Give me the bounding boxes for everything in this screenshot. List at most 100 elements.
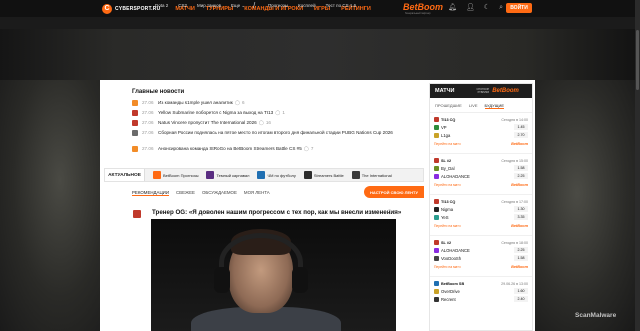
- news-headline: Сборная России поднялась на пятое место …: [158, 130, 393, 135]
- odds-button[interactable]: 3.35: [514, 214, 528, 220]
- comment-icon: ◯: [234, 100, 240, 105]
- matches-sponsor-logo[interactable]: BetBoom: [492, 88, 519, 94]
- tab-discussed[interactable]: ОБСУЖДАЕМОЕ: [202, 190, 237, 196]
- actual-item-label: Темный карнавал: [216, 172, 250, 178]
- actual-label: АКТУАЛЬНОЕ: [105, 169, 145, 181]
- odds-button[interactable]: 2.25: [514, 173, 528, 179]
- matches-tabs: ПРОШЕДШИЕ LIVE БУДУЩИЕ: [430, 98, 532, 113]
- team-name: YeS: [434, 214, 449, 220]
- special-nav-cosplay[interactable]: Косплей: [298, 3, 315, 8]
- sponsor-subtitle: Генеральный партнер: [405, 12, 431, 15]
- user-icon[interactable]: 👤︎: [466, 3, 475, 13]
- match-card[interactable]: TI13 CQ Сегодня в 14:00 VP 1.45 L1ga 2.70 П…: [430, 113, 532, 154]
- tab-past[interactable]: ПРОШЕДШИЕ: [435, 103, 462, 109]
- site-logo[interactable]: C CYBERSPORT.RU: [102, 3, 161, 14]
- odds-button[interactable]: 2.40: [514, 296, 528, 302]
- dota-icon: [434, 158, 439, 163]
- news-item[interactable]: 27.06 Сборная России поднялась на пятое …: [132, 130, 422, 146]
- news-time: 27.06: [142, 100, 154, 105]
- match-card[interactable]: TI13 CQ Сегодня в 17:00 Nigma 1.30 YeS 3.35…: [430, 195, 532, 236]
- betboom-icon: [153, 171, 161, 179]
- odds-button[interactable]: 2.25: [514, 247, 528, 253]
- odds-button[interactable]: 1.45: [514, 124, 528, 130]
- news-time: 27.06: [142, 130, 154, 135]
- team-logo-icon: [434, 173, 439, 179]
- match-league: TI13 CQ: [434, 117, 455, 122]
- news-item[interactable]: 27.06 Анонсирована команда StRoGo на Bet…: [132, 146, 422, 156]
- news-item[interactable]: 27.06 Из команды s1mple ушел аналитик ◯ …: [132, 100, 422, 110]
- match-link[interactable]: Перейти на матч: [434, 142, 461, 146]
- login-button[interactable]: ВОЙТИ: [506, 3, 532, 13]
- news-headline: Yellow Submarine поборется с Nigma за вы…: [158, 110, 274, 115]
- news-headline: Natus Vincere пропустит The Internationa…: [158, 120, 257, 125]
- team-logo-icon: [434, 247, 439, 253]
- right-background-art: [535, 80, 640, 331]
- match-time: 29.06.26 в 13:00: [501, 281, 528, 286]
- actual-item-carnival[interactable]: Темный карнавал: [206, 171, 249, 179]
- actual-item-betboom[interactable]: BetBoom Прогнозы: [153, 171, 198, 179]
- tab-recommendations[interactable]: РЕКОМЕНДАЦИИ: [132, 190, 169, 196]
- team-name: Recrent: [434, 296, 456, 302]
- odds-button[interactable]: 1.58: [514, 255, 528, 261]
- special-nav-predictions[interactable]: Прогнозы: [268, 3, 288, 8]
- comment-icon: ◯: [303, 146, 309, 151]
- game-icon: [132, 130, 138, 136]
- team-logo-icon: [434, 124, 439, 130]
- article-photo[interactable]: [151, 219, 396, 331]
- match-league: BetBoom SB: [434, 281, 464, 286]
- search-icon[interactable]: ⌕: [499, 3, 503, 13]
- news-item[interactable]: 27.06 Yellow Submarine поборется с Nigma…: [132, 110, 422, 120]
- match-link[interactable]: Перейти на матч: [434, 265, 461, 269]
- news-section-title: Главные новости: [132, 89, 185, 95]
- match-card[interactable]: SL #2 Сегодня в 18:00 ALOHADANCE 2.25 VooD…: [430, 236, 532, 277]
- news-item[interactable]: 27.06 Natus Vincere пропустит The Intern…: [132, 120, 422, 130]
- article-title[interactable]: Тренер OG: «Я доволен нашим прогрессом с…: [152, 209, 401, 216]
- actual-item-football[interactable]: ЧМ по футболу: [257, 171, 296, 179]
- odds-button[interactable]: 1.58: [514, 165, 528, 171]
- sponsor-logo[interactable]: BetBoom: [403, 2, 443, 12]
- header-icons: 🔔︎ 👤︎ ☾ ⌕: [448, 3, 503, 13]
- comment-icon: ◯: [275, 110, 281, 115]
- feed-settings-button[interactable]: НАСТРОЙ СВОЮ ЛЕНТУ: [364, 186, 424, 198]
- game-nav-tanks[interactable]: Мир танков: [197, 3, 221, 9]
- odds-button[interactable]: 1.60: [514, 288, 528, 294]
- comment-count: 7: [310, 146, 314, 151]
- tab-live[interactable]: LIVE: [469, 103, 478, 109]
- watermark: ScanMalware: [575, 312, 617, 319]
- team-logo-icon: [434, 132, 439, 138]
- carnival-icon: [206, 171, 215, 179]
- bell-icon[interactable]: 🔔︎: [448, 3, 457, 13]
- match-card[interactable]: BetBoom SB 29.06.26 в 13:00 OverDrive 1.60…: [430, 277, 532, 318]
- tab-my-feed[interactable]: МОЯ ЛЕНТА: [244, 190, 270, 196]
- special-nav-test[interactable]: Тест по CS 1.6: [326, 3, 357, 8]
- actual-item-ti[interactable]: The International: [351, 171, 392, 179]
- match-link[interactable]: Перейти на матч: [434, 224, 461, 228]
- actual-bar: АКТУАЛЬНОЕ BetBoom Прогнозы Темный карна…: [104, 168, 424, 182]
- comment-count: 1: [282, 110, 285, 115]
- team-name: ALOHADANCE: [434, 247, 470, 253]
- tab-upcoming[interactable]: БУДУЩИЕ: [484, 103, 504, 109]
- match-time: Сегодня в 14:00: [501, 117, 528, 122]
- actual-item-streamers[interactable]: Streamers Battle: [303, 171, 344, 179]
- logo-text: CYBERSPORT.RU: [115, 5, 161, 12]
- tab-fresh[interactable]: СВЕЖЕЕ: [176, 190, 195, 196]
- main-content: Главные новости 27.06 Из команды s1mple …: [100, 80, 535, 331]
- team-name: VooDooSh: [434, 255, 461, 261]
- match-link[interactable]: Перейти на матч: [434, 183, 461, 187]
- feed-tabs: РЕКОМЕНДАЦИИ СВЕЖЕЕ ОБСУЖДАЕМОЕ МОЯ ЛЕНТ…: [132, 190, 270, 196]
- moon-icon[interactable]: ☾: [484, 3, 490, 13]
- scrollbar-thumb[interactable]: [636, 30, 639, 90]
- betboom-logo: BetBoom: [511, 264, 528, 269]
- odds-button[interactable]: 1.30: [514, 206, 528, 212]
- game-nav-dota2[interactable]: Dota 2: [155, 3, 168, 9]
- betboom-logo: BetBoom: [511, 141, 528, 146]
- match-card[interactable]: SL #2 Сегодня в 15:00 By_Dal 1.58 ALOHADAN…: [430, 154, 532, 195]
- game-nav-cs2[interactable]: CS2: [178, 3, 187, 9]
- streamers-icon: [303, 171, 312, 179]
- article-comment-count: ◯ 0: [387, 209, 396, 214]
- odds-button[interactable]: 2.70: [514, 132, 528, 138]
- game-nav-more[interactable]: Еще ⌄: [231, 3, 245, 9]
- actual-item-label: The International: [361, 172, 392, 178]
- team-logo-icon: [434, 255, 439, 261]
- team-logo-icon: [434, 206, 439, 212]
